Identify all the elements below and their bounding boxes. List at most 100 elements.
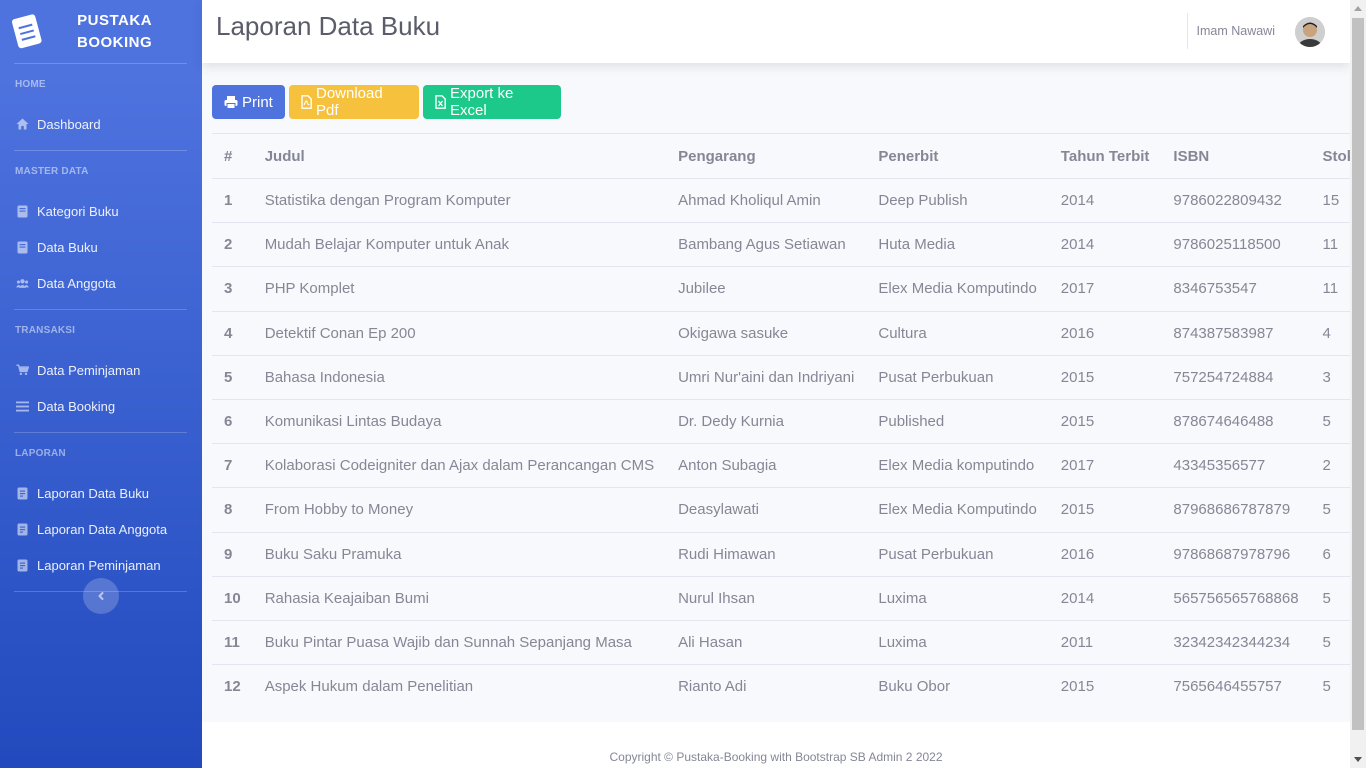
export-excel-button[interactable]: Export ke Excel [423, 85, 561, 119]
table-row: 12 Aspek Hukum dalam Penelitian Rianto Adi… [212, 664, 1366, 709]
cell-tahun-terbit: 2015 [1048, 487, 1162, 532]
cell-number: 12 [212, 664, 253, 709]
cell-pengarang: Ali Hasan [666, 619, 867, 665]
cell-pengarang: Dr. Dedy Kurnia [666, 398, 867, 444]
cell-penerbit: Cultura [866, 310, 1049, 356]
cell-isbn: 874387583987 [1161, 310, 1311, 356]
cell-pengarang: Rudi Himawan [666, 531, 867, 577]
file-excel-icon [435, 95, 446, 109]
chevron-left-icon [98, 592, 104, 600]
sidebar-heading-home: HOME [15, 79, 46, 90]
book-icon [16, 205, 29, 218]
cell-judul: Mudah Belajar Komputer untuk Anak [252, 222, 667, 267]
cell-number: 3 [212, 266, 253, 312]
home-icon [16, 118, 29, 131]
cell-isbn: 7565646455757 [1161, 664, 1311, 709]
sidebar-item-label: Laporan Peminjaman [37, 557, 161, 573]
cell-pengarang: Umri Nur'aini dan Indriyani [666, 354, 867, 400]
printer-icon [224, 95, 238, 109]
cell-number: 9 [212, 531, 253, 577]
cell-isbn: 97868687978796 [1161, 531, 1311, 577]
copyright-text: Copyright © Pustaka-Booking with Bootstr… [609, 750, 943, 764]
sidebar-item-data-buku[interactable]: Data Buku [0, 229, 202, 265]
scrollbar[interactable] [1350, 0, 1366, 768]
cell-number: 2 [212, 222, 253, 267]
cell-tahun-terbit: 2014 [1048, 575, 1162, 621]
cell-penerbit: Deep Publish [866, 177, 1049, 223]
cell-judul: Buku Pintar Puasa Wajib dan Sunnah Sepan… [252, 619, 667, 665]
sidebar-toggle-button[interactable] [83, 578, 119, 614]
sidebar-item-label: Data Booking [37, 398, 116, 414]
cell-tahun-terbit: 2015 [1048, 354, 1162, 400]
cell-penerbit: Elex Media Komputindo [866, 487, 1049, 532]
cell-judul: Bahasa Indonesia [252, 354, 667, 400]
cell-number: 11 [212, 619, 253, 665]
sidebar-nav: HOME Dashboard MASTER DATA Kategori Buku… [0, 64, 202, 592]
cell-pengarang: Nurul Ihsan [666, 575, 867, 621]
column-header-number: # [212, 133, 253, 179]
cell-isbn: 43345356577 [1161, 443, 1311, 488]
cell-judul: Aspek Hukum dalam Penelitian [252, 664, 667, 709]
scroll-thumb[interactable] [1352, 18, 1364, 730]
sidebar-item-dashboard[interactable]: Dashboard [0, 106, 202, 142]
cell-tahun-terbit: 2015 [1048, 664, 1162, 709]
list-icon [16, 400, 29, 413]
download-pdf-label: Download Pdf [316, 85, 383, 119]
cell-tahun-terbit: 2017 [1048, 266, 1162, 312]
cell-isbn: 757254724884 [1161, 354, 1311, 400]
cell-isbn: 565756565768868 [1161, 575, 1311, 621]
sidebar-item-laporan-data-anggota[interactable]: Laporan Data Anggota [0, 511, 202, 547]
sidebar-heading-laporan: LAPORAN [15, 448, 66, 459]
sidebar-item-data-booking[interactable]: Data Booking [0, 388, 202, 424]
cell-penerbit: Elex Media Komputindo [866, 266, 1049, 312]
sidebar-item-data-anggota[interactable]: Data Anggota [0, 265, 202, 301]
cell-tahun-terbit: 2016 [1048, 531, 1162, 577]
cell-penerbit: Luxima [866, 575, 1049, 621]
cart-icon [16, 364, 29, 377]
cell-penerbit: Luxima [866, 619, 1049, 665]
books-table: # Judul Pengarang Penerbit Tahun Terbit … [212, 133, 1366, 709]
sidebar-item-label: Laporan Data Anggota [37, 521, 168, 537]
column-header-pengarang: Pengarang [666, 133, 867, 179]
table-row: 5 Bahasa Indonesia Umri Nur'aini dan Indri… [212, 354, 1366, 400]
report-book-icon [16, 523, 29, 536]
topbar-divider [1187, 13, 1188, 49]
sidebar-item-label: Data Buku [37, 239, 98, 255]
cell-number: 7 [212, 443, 253, 488]
cell-judul: From Hobby to Money [252, 487, 667, 532]
table-body: 1 Statistika dengan Program Komputer Ahmad… [212, 177, 1366, 709]
column-header-penerbit: Penerbit [866, 133, 1049, 179]
download-pdf-button[interactable]: Download Pdf [289, 85, 419, 119]
scroll-down-arrow-icon[interactable] [1354, 757, 1362, 762]
cell-tahun-terbit: 2016 [1048, 310, 1162, 356]
cell-pengarang: Ahmad Kholiqul Amin [666, 177, 867, 223]
scroll-up-arrow-icon[interactable] [1354, 6, 1362, 11]
print-button[interactable]: Print [212, 85, 285, 119]
table-row: 3 PHP Komplet Jubilee Elex Media Komputindo… [212, 266, 1366, 312]
cell-tahun-terbit: 2011 [1048, 619, 1162, 665]
sidebar-item-laporan-data-buku[interactable]: Laporan Data Buku [0, 475, 202, 511]
book-logo-icon [8, 11, 48, 52]
sidebar-item-kategori-buku[interactable]: Kategori Buku [0, 193, 202, 229]
column-header-tahun-terbit: Tahun Terbit [1048, 133, 1162, 179]
sidebar-item-label: Laporan Data Buku [37, 485, 150, 501]
cell-pengarang: Jubilee [666, 266, 867, 312]
cell-pengarang: Anton Subagia [666, 443, 867, 488]
avatar[interactable] [1295, 17, 1325, 47]
cell-number: 8 [212, 487, 253, 532]
cell-isbn: 9786025118500 [1161, 222, 1311, 267]
cell-number: 4 [212, 310, 253, 356]
cell-judul: Detektif Conan Ep 200 [252, 310, 667, 356]
sidebar-item-data-peminjaman[interactable]: Data Peminjaman [0, 352, 202, 388]
sidebar-heading-transaksi: TRANSAKSI [15, 325, 76, 336]
report-book-icon [16, 559, 29, 572]
user-name[interactable]: Imam Nawawi [1197, 24, 1276, 38]
topbar: Laporan Data Buku Imam Nawawi [202, 0, 1350, 63]
cell-isbn: 8346753547 [1161, 266, 1311, 312]
cell-isbn: 32342342344234 [1161, 619, 1311, 665]
brand[interactable]: PUSTAKA BOOKING [0, 0, 202, 63]
brand-name: PUSTAKA BOOKING [77, 10, 152, 54]
table-row: 4 Detektif Conan Ep 200 Okigawa sasuke Cult… [212, 310, 1366, 356]
table-row: 9 Buku Saku Pramuka Rudi Himawan Pusat Perb… [212, 531, 1366, 577]
cell-isbn: 9786022809432 [1161, 177, 1311, 223]
